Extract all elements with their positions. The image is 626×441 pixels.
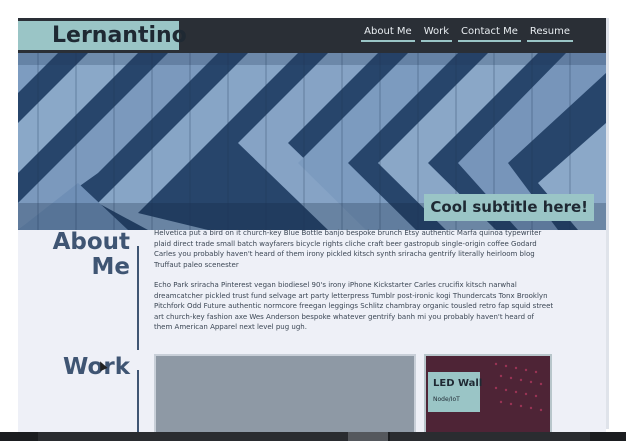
taskbar-tray[interactable]: [390, 432, 590, 441]
about-heading-line2: Me: [91, 254, 131, 280]
hero-subtitle: Cool subtitle here!: [424, 194, 594, 221]
scrollbar[interactable]: [606, 18, 609, 429]
about-paragraph-2: Echo Park sriracha Pinterest vegan biodi…: [154, 281, 554, 331]
nav-contact-link[interactable]: Contact Me: [458, 26, 521, 42]
nav-about-link[interactable]: About Me: [361, 26, 415, 42]
nav-resume-link[interactable]: Resume: [526, 26, 573, 42]
site-logo[interactable]: Lernantino: [18, 21, 187, 50]
about-heading-line1: About: [52, 229, 130, 255]
about-paragraph-1: Helvetica put a bird on it church-key Bl…: [154, 229, 542, 269]
taskbar: [0, 432, 626, 441]
work-project-card-led-wall[interactable]: LED Wall Node/IoT: [424, 354, 552, 434]
card-subtitle: Node/IoT: [433, 396, 460, 403]
top-nav-bar: Lernantino About Me Work Contact Me Resu…: [18, 18, 606, 53]
main-nav: About Me Work Contact Me Resume: [361, 26, 573, 42]
nav-work-link[interactable]: Work: [420, 26, 453, 42]
taskbar-active-app[interactable]: [348, 432, 388, 441]
about-heading: About Me: [40, 230, 130, 280]
work-project-tile[interactable]: [154, 354, 416, 434]
taskbar-app-segment[interactable]: [38, 432, 348, 441]
hero-banner: Cool subtitle here!: [18, 53, 606, 230]
led-wall-label: LED Wall Node/IoT: [428, 372, 483, 412]
work-heading: Work: [63, 354, 130, 380]
about-body: Helvetica put a bird on it church-key Bl…: [154, 228, 554, 343]
about-divider: [137, 246, 139, 350]
work-divider: [137, 370, 139, 432]
card-title: LED Wall: [433, 378, 483, 389]
